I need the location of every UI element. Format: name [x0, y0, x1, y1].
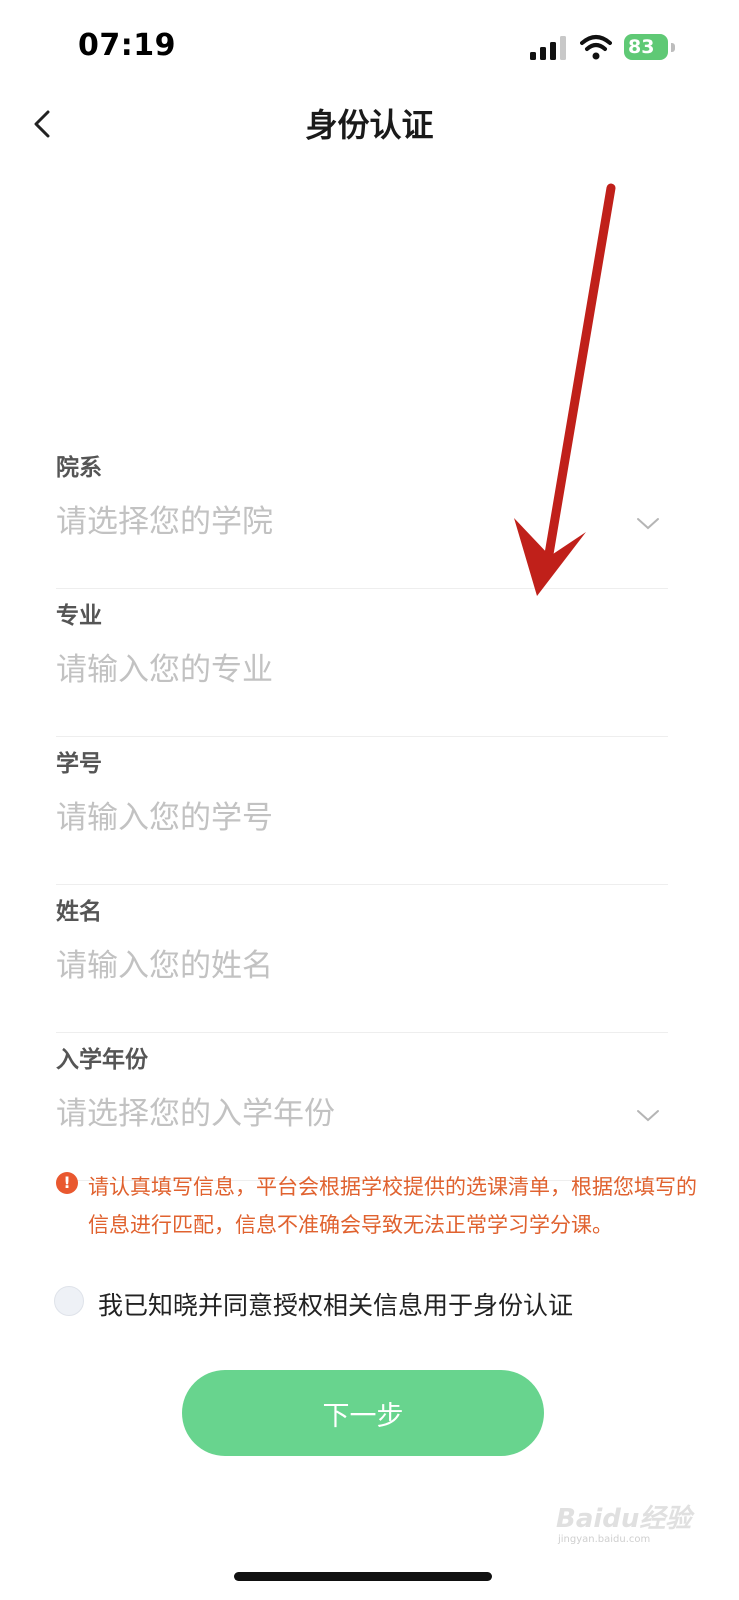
- field-department[interactable]: 院系: [56, 440, 668, 589]
- name-input[interactable]: [56, 944, 616, 988]
- watermark: Baidu经验: [556, 1504, 692, 1534]
- major-input[interactable]: [56, 648, 616, 692]
- next-step-button[interactable]: 下一步: [182, 1370, 544, 1456]
- student-id-input[interactable]: [56, 796, 616, 840]
- navigation-bar: 身份认证: [0, 96, 739, 156]
- field-label: 学号: [56, 751, 102, 777]
- chevron-down-icon: [637, 1110, 659, 1122]
- watermark-subtext: jingyan.baidu.com: [558, 1534, 651, 1545]
- warning-icon: !: [56, 1172, 78, 1194]
- field-label: 专业: [56, 603, 102, 629]
- agreement-label: 我已知晓并同意授权相关信息用于身份认证: [98, 1291, 574, 1320]
- agreement-radio[interactable]: [54, 1286, 84, 1316]
- cellular-signal-icon: [530, 36, 566, 60]
- field-label: 院系: [56, 455, 102, 481]
- status-bar: 07:19 83: [0, 0, 739, 96]
- status-time: 07:19: [78, 28, 176, 63]
- field-label: 入学年份: [56, 1047, 148, 1073]
- chevron-down-icon: [637, 518, 659, 530]
- battery-level: 83: [628, 36, 655, 58]
- home-indicator: [234, 1572, 492, 1581]
- battery-icon: 83: [624, 34, 678, 62]
- agreement-row[interactable]: 我已知晓并同意授权相关信息用于身份认证: [54, 1286, 694, 1320]
- page-title: 身份认证: [305, 106, 434, 144]
- notice-text: 请认真填写信息，平台会根据学校提供的选课清单，根据您填写的信息进行匹配，信息不准…: [88, 1175, 697, 1237]
- field-enrollment-year[interactable]: 入学年份: [56, 1032, 668, 1181]
- field-student-id[interactable]: 学号: [56, 736, 668, 885]
- field-major[interactable]: 专业: [56, 588, 668, 737]
- field-label: 姓名: [56, 899, 102, 925]
- field-name[interactable]: 姓名: [56, 884, 668, 1033]
- department-select[interactable]: [56, 500, 616, 544]
- wifi-icon: [580, 35, 612, 60]
- enrollment-year-select[interactable]: [56, 1092, 616, 1136]
